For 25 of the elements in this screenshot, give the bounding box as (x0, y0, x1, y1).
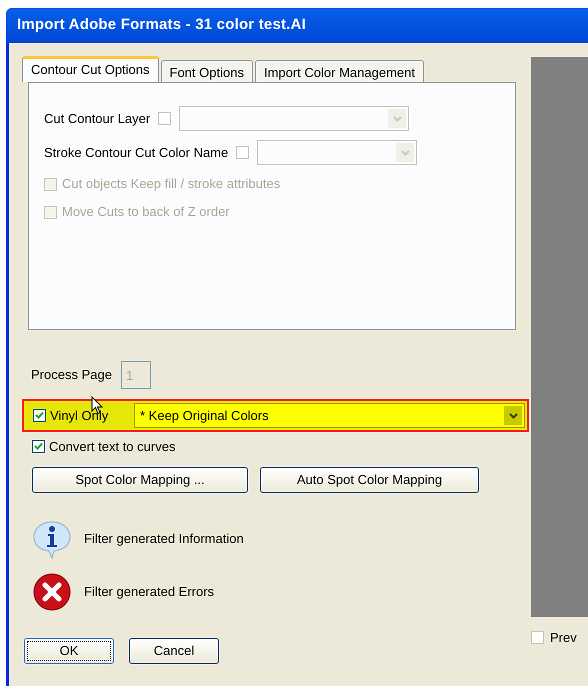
checkbox-label: Convert text to curves (49, 438, 176, 456)
dialog-button[interactable]: OK (24, 638, 114, 664)
checkbox-label: Vinyl Only (50, 406, 110, 425)
checkbox[interactable] (33, 409, 46, 422)
checkbox[interactable] (32, 440, 45, 454)
window-title: Import Adobe Formats - 31 color test.AI (6, 8, 588, 43)
message-text: Filter generated Errors (84, 582, 214, 601)
option-label: Stroke Contour Cut Color Name (44, 144, 228, 162)
process-page-label: Process Page (31, 366, 112, 384)
info-icon (32, 518, 72, 558)
option-label: Cut Contour Layer (44, 110, 150, 128)
option-label: Cut objects Keep fill / stroke attributes (62, 175, 280, 194)
mapping-button[interactable]: Spot Color Mapping ... (32, 466, 248, 492)
message-text: Filter generated Information (84, 530, 244, 548)
error-icon (32, 572, 72, 612)
dropdown[interactable]: * Keep Original Colors (134, 403, 525, 428)
tab[interactable]: Contour Cut Options (22, 56, 159, 82)
dialog-button[interactable]: Cancel (129, 638, 219, 664)
dropdown[interactable] (179, 106, 410, 131)
dropdown[interactable] (257, 140, 418, 165)
mapping-button[interactable]: Auto Spot Color Mapping (260, 466, 479, 492)
tab[interactable]: Import Color Management (254, 60, 424, 82)
option-label: Move Cuts to back of Z order (62, 203, 230, 222)
tab[interactable]: Font Options (160, 60, 253, 82)
checkbox-label: Prev (550, 629, 577, 647)
